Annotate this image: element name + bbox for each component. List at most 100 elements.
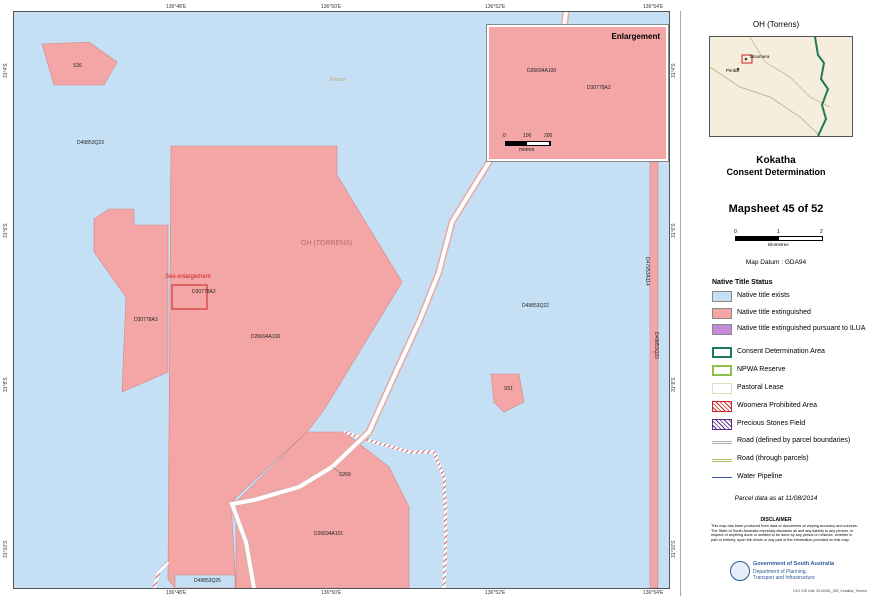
- enlargement-tick-2: 200: [544, 133, 553, 139]
- gov-logo: [730, 561, 750, 581]
- legend-pastoral: Pastoral Lease: [712, 383, 872, 396]
- label-d49853q22: D49853Q22: [522, 303, 549, 309]
- swatch-ilua: [712, 324, 732, 335]
- coord-right-0: 31°4'S: [671, 63, 677, 78]
- legend-label-pipeline: Water Pipeline: [737, 473, 783, 480]
- legend-consent-area: Consent Determination Area: [712, 347, 872, 360]
- label-s269: S269: [339, 472, 351, 478]
- disclaimer-heading: DISCLAIMER: [760, 517, 792, 523]
- disclaimer-text: This map has been produced from data or …: [711, 524, 858, 542]
- coord-right-1: 31°6'S: [671, 223, 677, 238]
- title-line1: Kokatha: [756, 155, 796, 166]
- coord-left-0: 31°4'S: [3, 63, 9, 78]
- enlargement-parcel-a: D26694A100: [527, 68, 557, 74]
- swatch-road-parcel: [712, 441, 732, 444]
- coord-bottom-1: 136°50'E: [321, 590, 342, 596]
- coord-right-3: 31°10'S: [671, 540, 677, 558]
- inset-woomera: Woomera: [750, 54, 770, 59]
- legend-label-woomera: Woomera Prohibited Area: [737, 402, 818, 409]
- map-frame[interactable]: S36 D49853Q23 D30778A2 D30778A3 D26694A1…: [13, 11, 670, 589]
- legend-woomera: Woomera Prohibited Area: [712, 401, 872, 414]
- scalebar-fill: [736, 237, 779, 240]
- inset-pimba: Pimba: [726, 68, 739, 73]
- label-d30778a2: D30778A2: [192, 289, 216, 295]
- label-d49853q23: D49853Q23: [77, 140, 104, 146]
- coord-top-2: 136°52'E: [485, 4, 506, 10]
- legend-road-parcel: Road (defined by parcel boundaries): [712, 436, 872, 449]
- legend-label-road-parcel: Road (defined by parcel boundaries): [737, 437, 851, 444]
- legend-npwa: NPWA Reserve: [712, 365, 872, 378]
- legend-panel: OH (Torrens) Woomera Pimba Kokatha Conse…: [680, 11, 871, 596]
- swatch-native-title-extinguished: [712, 308, 732, 319]
- label-d26694a100: D26694A100: [251, 334, 281, 340]
- coord-bottom-3: 136°54'E: [643, 590, 664, 596]
- legend-precious-stones: Precious Stones Field: [712, 419, 872, 432]
- swatch-road-through: [712, 459, 732, 462]
- legend-label-precious-stones: Precious Stones Field: [737, 420, 806, 427]
- label-d49853q25: D49853Q25: [194, 578, 221, 584]
- label-d49853q20: D49853Q20: [653, 332, 659, 359]
- swatch-woomera: [712, 401, 732, 412]
- legend-label-npwa: NPWA Reserve: [737, 366, 786, 373]
- coord-top-1: 136°50'E: [321, 4, 342, 10]
- enlargement-tick-0: 0: [503, 133, 506, 139]
- legend-pipeline: Water Pipeline: [712, 472, 872, 485]
- region-label: OH (TORRENS): [301, 240, 353, 247]
- faint-label: Ennour: [330, 77, 347, 83]
- coord-bottom-0: 136°48'E: [166, 590, 187, 596]
- label-s51: S51: [504, 386, 513, 392]
- parcel-s51: [490, 373, 525, 413]
- swatch-pastoral: [712, 383, 732, 394]
- legend-road-through: Road (through parcels): [712, 454, 872, 467]
- legend-ilua: Native title extinguished pursuant to IL…: [712, 324, 872, 337]
- coord-left-2: 31°8'S: [3, 377, 9, 392]
- see-enlargement-label: See enlargement: [165, 274, 211, 280]
- enlargement-title: Enlargement: [611, 32, 660, 41]
- enlargement-unit: metres: [519, 147, 535, 153]
- enlargement-tick-1: 100: [523, 133, 532, 139]
- swatch-npwa: [712, 365, 732, 376]
- title-line2: Consent Determination: [726, 167, 826, 177]
- parcel-d47953a114: [649, 161, 659, 588]
- swatch-precious-stones: [712, 419, 732, 430]
- scale-tick-0: 0: [734, 229, 737, 235]
- parcel-date: Parcel data as at 11/08/2014: [734, 495, 818, 502]
- gov-line1: Government of South Australia: [753, 561, 835, 567]
- footer-ref: LSG GIS Unit: 2014/061_052_Kokatha_Torre…: [793, 589, 867, 593]
- coord-left-3: 31°10'S: [3, 540, 9, 558]
- coord-top-3: 136°54'E: [643, 4, 664, 10]
- enlargement-scalebar-half: [527, 142, 549, 145]
- swatch-pipeline: [712, 477, 732, 478]
- status-heading: Native Title Status: [712, 279, 773, 286]
- legend-native-title-extinguished: Native title extinguished: [712, 308, 872, 321]
- coord-right-2: 31°8'S: [671, 377, 677, 392]
- legend-label-ilua: Native title extinguished pursuant to IL…: [737, 325, 866, 332]
- enlargement-parcel-b: D30778A2: [587, 85, 611, 91]
- label-d26694a101: D26694A101: [314, 531, 344, 537]
- scale-tick-1: 1: [777, 229, 780, 235]
- coord-bottom-2: 136°52'E: [485, 590, 506, 596]
- map-datum: Map Datum : GDA94: [745, 259, 807, 266]
- overview-inset: Woomera Pimba: [709, 36, 853, 137]
- coord-top-0: 136°48'E: [166, 4, 187, 10]
- legend-label-native-title-extinguished: Native title extinguished: [737, 309, 811, 316]
- swatch-native-title-exists: [712, 291, 732, 302]
- scale-tick-2: 2: [820, 229, 823, 235]
- legend-native-title-exists: Native title exists: [712, 291, 872, 304]
- legend-label-road-through: Road (through parcels): [737, 455, 809, 462]
- overview-map: [710, 37, 831, 136]
- label-d30778a3: D30778A3: [134, 317, 158, 323]
- swatch-consent-area: [712, 347, 732, 358]
- parcel-d30778a3: [93, 208, 169, 393]
- legend-label-pastoral: Pastoral Lease: [737, 384, 784, 391]
- label-d47953a114: D47953A114: [644, 257, 650, 286]
- inset-title: OH (Torrens): [752, 20, 800, 29]
- legend-label-consent-area: Consent Determination Area: [737, 348, 825, 355]
- mapsheet: Mapsheet 45 of 52: [728, 203, 824, 215]
- woomera-boundary-sw: [152, 560, 170, 588]
- legend-label-native-title-exists: Native title exists: [737, 292, 790, 299]
- coord-left-1: 31°6'S: [3, 223, 9, 238]
- label-s36: S36: [73, 63, 82, 69]
- enlargement-inset: Enlargement D26694A100 D30778A2 0 100 20…: [486, 24, 669, 162]
- gov-line3: Transport and Infrastructure: [753, 575, 815, 581]
